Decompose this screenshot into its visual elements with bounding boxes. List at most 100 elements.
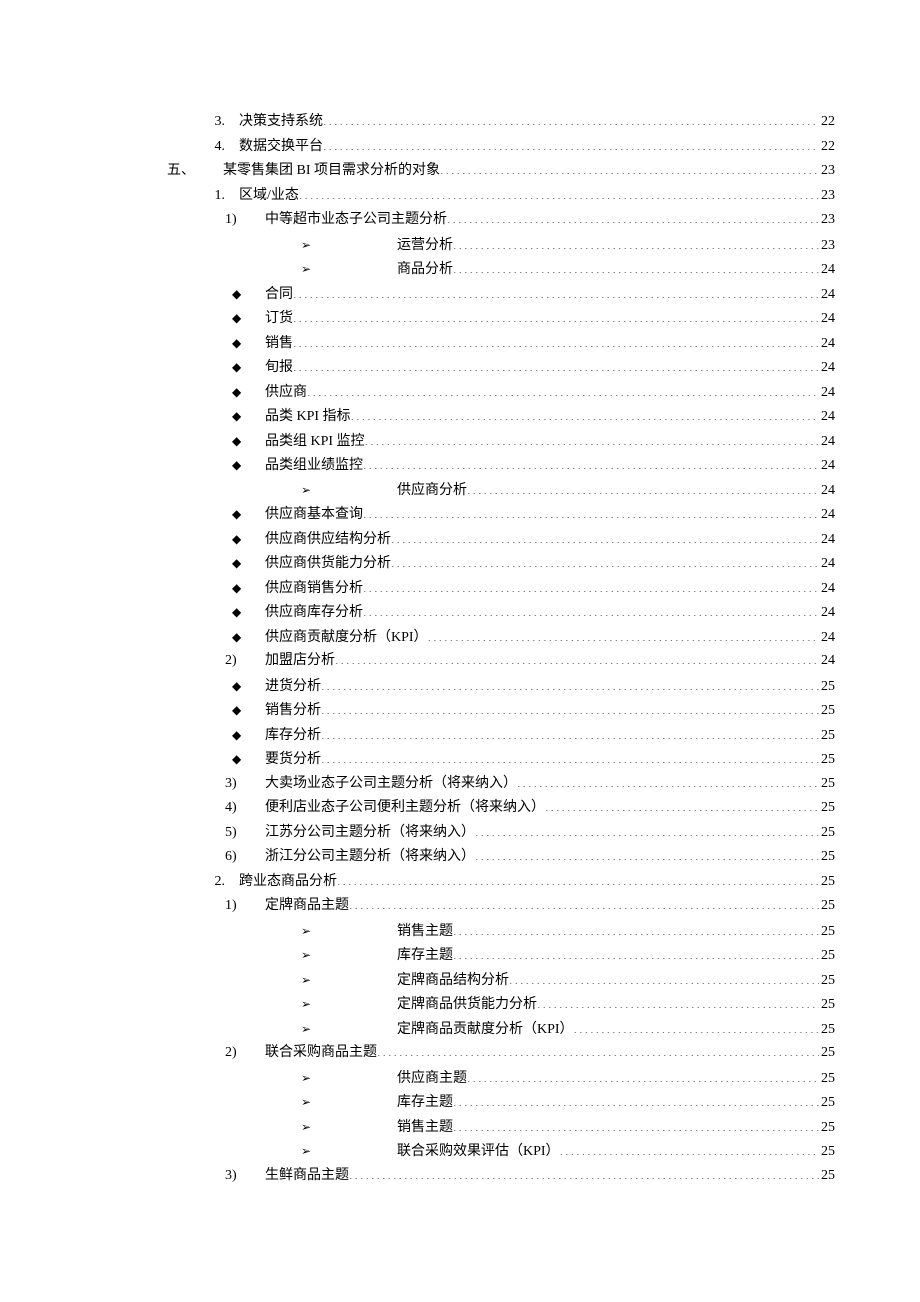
diamond-icon: ◆ [232,380,265,405]
toc-leader-dots [307,382,819,396]
toc-leader-dots [475,822,819,836]
toc-page-number: 25 [819,920,835,945]
toc-entry: ◆供应商供应结构分析24 [85,527,835,552]
diamond-icon: ◆ [232,698,265,723]
toc-entry: ◆供应商销售分析24 [85,576,835,601]
toc-page-number: 25 [819,699,835,724]
arrow-icon: ➢ [301,1090,361,1115]
toc-page-number: 25 [819,1164,835,1189]
diamond-icon: ◆ [232,576,265,601]
toc-page-number: 24 [819,552,835,577]
toc-leader-dots [335,650,819,664]
toc-page-number: 24 [819,454,835,479]
toc-page-number: 22 [819,110,835,135]
toc-page-number: 25 [819,772,835,797]
toc-marker: 3) [225,772,265,797]
toc-label: 要货分析 [265,748,321,773]
toc-page-number: 25 [819,748,835,773]
toc-leader-dots [337,871,819,885]
diamond-icon: ◆ [232,282,265,307]
toc-label: 决策支持系统 [239,110,323,135]
diamond-icon: ◆ [232,747,265,772]
toc-label: 品类 KPI 指标 [265,405,351,430]
toc-entry: ➢联合采购效果评估（KPI）25 [85,1139,835,1164]
toc-leader-dots [391,529,819,543]
arrow-icon: ➢ [301,478,361,503]
arrow-icon: ➢ [301,257,361,282]
toc-entry: ➢供应商分析24 [85,478,835,503]
diamond-icon: ◆ [232,551,265,576]
toc-entry: ◆供应商贡献度分析（KPI）24 [85,625,835,650]
toc-entry: ◆合同24 [85,282,835,307]
toc-page-number: 24 [819,307,835,332]
toc-leader-dots [323,136,819,150]
toc-label: 供应商库存分析 [265,601,363,626]
toc-label: 某零售集团 BI 项目需求分析的对象 [223,159,440,184]
toc-label: 销售主题 [397,1116,453,1141]
toc-entry: 2)联合采购商品主题25 [85,1041,835,1066]
toc-entry: 4.数据交换平台22 [85,135,835,160]
toc-label: 数据交换平台 [239,135,323,160]
toc-page-number: 25 [819,821,835,846]
toc-page-number: 24 [819,381,835,406]
toc-leader-dots [321,700,819,714]
toc-entry: ◆库存分析25 [85,723,835,748]
toc-page-number: 25 [819,894,835,919]
toc-label: 供应商贡献度分析（KPI） [265,626,428,651]
toc-container: 3.决策支持系统224.数据交换平台22五、某零售集团 BI 项目需求分析的对象… [85,110,835,1188]
toc-leader-dots [351,406,819,420]
toc-leader-dots [453,259,819,273]
toc-page-number: 25 [819,944,835,969]
toc-marker: 6) [225,845,265,870]
diamond-icon: ◆ [232,355,265,380]
toc-label: 供应商 [265,381,307,406]
toc-label: 合同 [265,283,293,308]
toc-label: 定牌商品供货能力分析 [397,993,537,1018]
toc-page-number: 25 [819,675,835,700]
toc-page-number: 24 [819,430,835,455]
toc-entry: 五、某零售集团 BI 项目需求分析的对象23 [85,159,835,184]
toc-entry: ➢商品分析24 [85,257,835,282]
toc-leader-dots [560,1141,819,1155]
toc-entry: ➢库存主题25 [85,1090,835,1115]
toc-entry: ➢定牌商品结构分析25 [85,968,835,993]
diamond-icon: ◆ [232,527,265,552]
toc-label: 库存主题 [397,944,453,969]
toc-label: 销售主题 [397,920,453,945]
toc-leader-dots [391,553,819,567]
toc-entry: ➢销售主题25 [85,919,835,944]
toc-leader-dots [453,235,819,249]
toc-page-number: 24 [819,356,835,381]
toc-entry: ◆要货分析 25 [85,747,835,772]
toc-leader-dots [447,209,819,223]
toc-entry: 1)中等超市业态子公司主题分析23 [85,208,835,233]
toc-marker: 3. [197,110,239,135]
toc-entry: ➢运营分析23 [85,233,835,258]
toc-leader-dots [440,160,819,174]
toc-leader-dots [363,602,819,616]
toc-label: 定牌商品结构分析 [397,969,509,994]
toc-entry: 3.决策支持系统 22 [85,110,835,135]
toc-page-number: 25 [819,1091,835,1116]
toc-marker: 2) [225,1041,265,1066]
diamond-icon: ◆ [232,306,265,331]
toc-marker: 1. [197,184,239,209]
toc-leader-dots [574,1019,819,1033]
toc-entry: 3)生鲜商品主题25 [85,1164,835,1189]
diamond-icon: ◆ [232,674,265,699]
toc-label: 运营分析 [397,234,453,259]
diamond-icon: ◆ [232,429,265,454]
toc-page-number: 24 [819,405,835,430]
toc-entry: 1)定牌商品主题25 [85,894,835,919]
toc-page-number: 23 [819,159,835,184]
diamond-icon: ◆ [232,404,265,429]
toc-entry: 3)大卖场业态子公司主题分析（将来纳入）25 [85,772,835,797]
toc-marker: 2. [197,870,239,895]
toc-leader-dots [453,921,819,935]
toc-entry: ◆销售24 [85,331,835,356]
toc-label: 跨业态商品分析 [239,870,337,895]
toc-page-number: 25 [819,796,835,821]
toc-label: 中等超市业态子公司主题分析 [265,208,447,233]
toc-entry: ◆进货分析25 [85,674,835,699]
toc-leader-dots [323,111,819,125]
